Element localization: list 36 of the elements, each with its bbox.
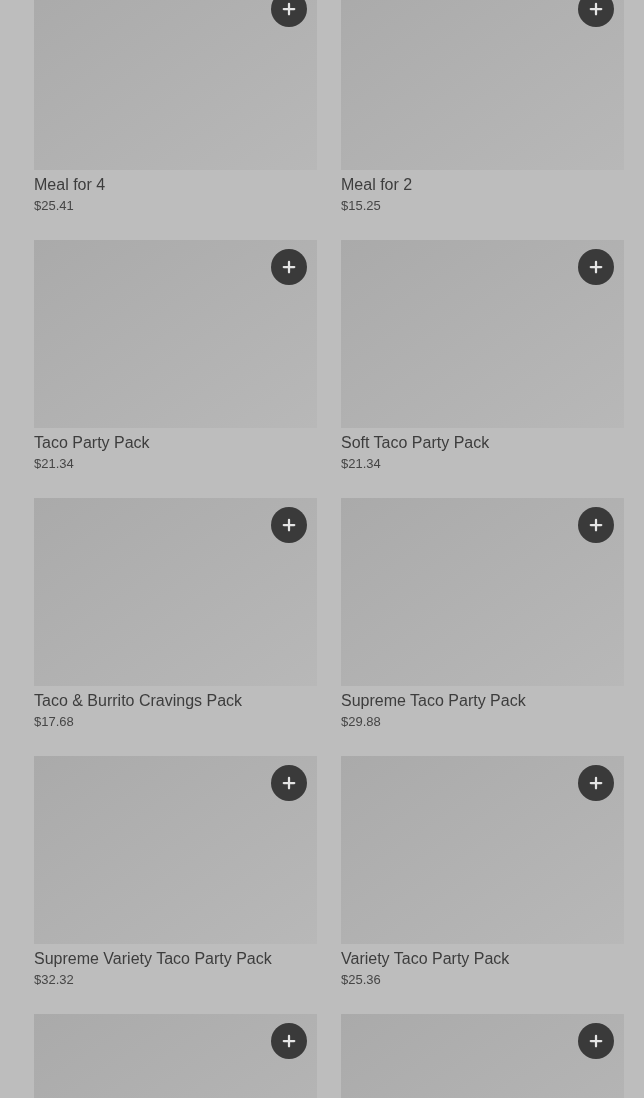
product-price: $29.88 bbox=[341, 713, 382, 731]
add-button[interactable] bbox=[271, 1023, 307, 1059]
product-name: Taco & Burrito Cravings Pack bbox=[34, 691, 244, 711]
add-button[interactable] bbox=[578, 765, 614, 801]
product-name: Supreme Taco Party Pack bbox=[341, 691, 527, 711]
plus-icon bbox=[280, 516, 298, 534]
product-name: Soft Taco Party Pack bbox=[341, 433, 491, 453]
product-price: $15.25 bbox=[341, 197, 382, 215]
product-price: $21.34 bbox=[34, 455, 75, 473]
plus-icon bbox=[587, 516, 605, 534]
add-button[interactable] bbox=[271, 765, 307, 801]
product-name: Taco Party Pack bbox=[34, 433, 151, 453]
product-price: $21.34 bbox=[341, 455, 382, 473]
product-name: Meal for 2 bbox=[341, 175, 414, 195]
product-name: Meal for 4 bbox=[34, 175, 107, 195]
add-button[interactable] bbox=[271, 507, 307, 543]
plus-icon bbox=[280, 1032, 298, 1050]
add-button[interactable] bbox=[271, 0, 307, 27]
plus-icon bbox=[280, 258, 298, 276]
product-price: $25.36 bbox=[341, 971, 382, 989]
add-button[interactable] bbox=[578, 1023, 614, 1059]
product-name: Variety Taco Party Pack bbox=[341, 949, 511, 969]
plus-icon bbox=[587, 774, 605, 792]
product-price: $17.68 bbox=[34, 713, 75, 731]
plus-icon bbox=[587, 258, 605, 276]
plus-icon bbox=[587, 0, 605, 18]
product-price: $25.41 bbox=[34, 197, 75, 215]
product-price: $32.32 bbox=[34, 971, 75, 989]
plus-icon bbox=[280, 774, 298, 792]
add-button[interactable] bbox=[578, 249, 614, 285]
product-name: Supreme Variety Taco Party Pack bbox=[34, 949, 273, 969]
add-button[interactable] bbox=[271, 249, 307, 285]
add-button[interactable] bbox=[578, 0, 614, 27]
plus-icon bbox=[587, 1032, 605, 1050]
plus-icon bbox=[280, 0, 298, 18]
add-button[interactable] bbox=[578, 507, 614, 543]
